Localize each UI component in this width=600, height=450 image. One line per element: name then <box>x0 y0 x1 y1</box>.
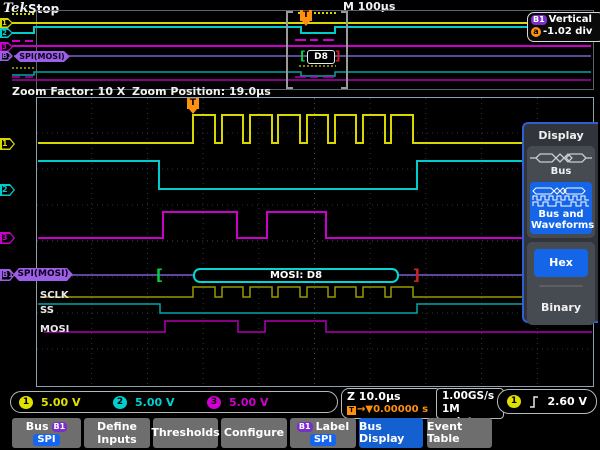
menu-thresholds-button[interactable]: Thresholds <box>153 418 218 448</box>
trigger-source-badge: 1 <box>507 395 521 408</box>
sample-rate: 1.00GS/s <box>442 390 498 403</box>
panel-divider <box>539 285 583 287</box>
zoom-region-bracket-right <box>341 11 348 89</box>
overview-marker-ch2: 2 <box>0 28 13 38</box>
zoom-factor-label: Zoom Factor: 10 X <box>12 85 125 98</box>
zoom-window <box>36 97 594 387</box>
trigger-position-value: →▼0.00000 s <box>357 404 428 416</box>
channel2-scale: 5.00 V <box>135 396 207 409</box>
zoom-scale-readout: Z 10.0µs T →▼0.00000 s <box>341 388 443 419</box>
bus-icon <box>530 151 592 165</box>
channel2-badge: 2 <box>113 396 127 409</box>
menu-bus-button[interactable]: Bus B1 SPI <box>12 418 81 448</box>
digital-label-sclk: SCLK <box>40 290 69 301</box>
main-marker-b1: B1 <box>0 269 15 281</box>
option-bus[interactable]: Bus <box>529 166 593 180</box>
menu-event-table-button[interactable]: Event Table <box>427 418 492 448</box>
channel-scale-readout: 1 5.00 V 2 5.00 V 3 5.00 V <box>10 391 338 413</box>
menu-configure-label: Configure <box>224 427 284 439</box>
trigger-level-value: 2.60 V <box>548 395 587 408</box>
menu-bus-spi-badge: SPI <box>33 434 59 446</box>
bus-vertical-readout: B1 Vertical a -1.02 div <box>527 12 600 42</box>
main-marker-ch2: 2 <box>0 184 15 196</box>
menu-label-spi-badge: SPI <box>310 434 336 446</box>
channel3-badge: 3 <box>207 396 221 409</box>
bus-display-options-section: Bus Bus and Waveforms <box>527 146 595 238</box>
overview-marker-b1: B1 <box>0 51 13 61</box>
trigger-t-icon: T <box>347 406 356 415</box>
menu-bus-display-button[interactable]: Bus Display <box>359 418 423 448</box>
display-side-menu: Display Bus <box>522 122 598 323</box>
menu-label-button[interactable]: B1 Label SPI <box>290 418 356 448</box>
multipurpose-knob-a-icon: a <box>531 27 541 37</box>
overview-decode-end-bracket: ] <box>335 49 340 63</box>
main-marker-ch3: 3 <box>0 232 15 244</box>
menu-configure-button[interactable]: Configure <box>221 418 287 448</box>
zoom-position-label: Zoom Position: 19.0µs <box>132 85 271 98</box>
menu-bus-b1-badge: B1 <box>52 422 68 432</box>
menu-bus-label: Bus <box>26 421 49 433</box>
channel1-scale: 5.00 V <box>41 396 113 409</box>
side-menu-title: Display <box>524 124 598 146</box>
menu-define-inputs-button[interactable]: Define Inputs <box>84 418 150 448</box>
menu-label-label: Label <box>316 421 350 433</box>
menu-define-label: Define <box>97 421 137 433</box>
channel3-scale: 5.00 V <box>229 396 301 409</box>
zoom-region-bracket-left <box>286 11 293 89</box>
option-bus-and-waveforms-label-line2: Waveforms <box>531 220 591 231</box>
menu-label-b1-badge: B1 <box>297 422 313 432</box>
trigger-position-marker-overview: T <box>300 10 312 21</box>
option-binary[interactable]: Binary <box>529 295 593 324</box>
option-bus-and-waveforms[interactable]: Bus and Waveforms <box>530 182 592 234</box>
overview-bus-label: SPI(MOSI) <box>14 51 70 62</box>
b1-badge: B1 <box>531 15 547 25</box>
channel1-badge: 1 <box>19 396 33 409</box>
zoom-scale-value: Z 10.0µs <box>347 390 437 404</box>
menu-inputs-label: Inputs <box>97 434 136 446</box>
digital-label-ss: SS <box>40 305 54 316</box>
vertical-readout-label: Vertical <box>549 14 592 26</box>
main-decode-end-bracket: ] <box>413 266 420 284</box>
bus-and-waveforms-icon <box>531 186 591 208</box>
overview-decode-box: D8 <box>307 50 335 64</box>
main-decode-start-bracket: [ <box>156 266 163 284</box>
acquisition-readout: 1.00GS/s 1M points <box>436 388 504 419</box>
main-decode-box: MOSI: D8 <box>193 268 399 283</box>
format-options-section: Hex Binary <box>527 242 595 325</box>
oscilloscope-screen: Tek Stop M 100µs T SPI(MOSI) [ D8 ] B1 V… <box>0 0 600 450</box>
rising-edge-slope-icon <box>529 395 539 408</box>
digital-label-mosi: MOSI <box>40 324 69 335</box>
trigger-position-marker-main: T <box>187 98 199 109</box>
menu-thresholds-label: Thresholds <box>151 427 219 439</box>
menu-bus-display-label: Bus Display <box>359 421 423 445</box>
option-hex[interactable]: Hex <box>534 249 588 277</box>
overview-decode-start-bracket: [ <box>300 49 305 63</box>
menu-event-table-label: Event Table <box>427 421 492 445</box>
trigger-readout: 1 2.60 V <box>497 389 597 414</box>
main-bus-label: SPI(MOSI) <box>13 268 73 281</box>
overview-marker-ch1: 1 <box>0 18 13 28</box>
main-marker-ch1: 1 <box>0 138 15 150</box>
option-bus-and-waveforms-label-line1: Bus and <box>531 209 591 220</box>
vertical-readout-value: -1.02 div <box>543 26 592 38</box>
tek-logo: Tek <box>3 1 28 16</box>
